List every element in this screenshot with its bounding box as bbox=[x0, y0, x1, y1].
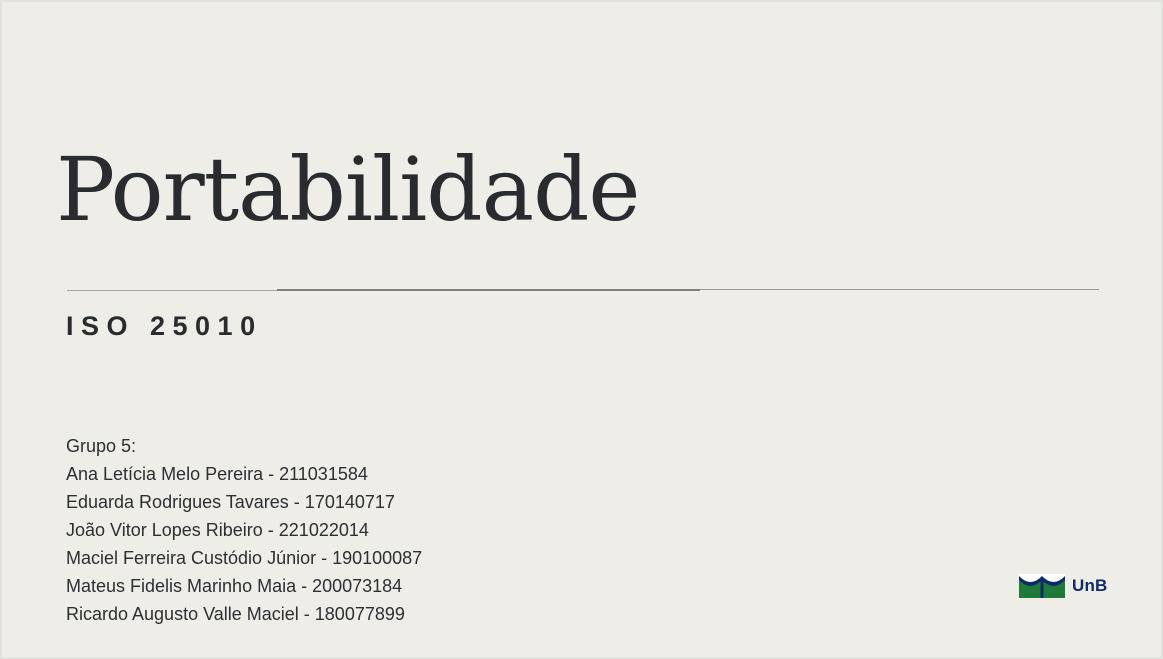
slide: Portabilidade ISO 25010 Grupo 5: Ana Let… bbox=[0, 0, 1163, 659]
group-members-list: Grupo 5: Ana Letícia Melo Pereira - 2110… bbox=[66, 432, 422, 628]
list-item: João Vitor Lopes Ribeiro - 221022014 bbox=[66, 520, 369, 540]
unb-logo: UnB bbox=[1019, 573, 1111, 598]
list-item: Ricardo Augusto Valle Maciel - 180077899 bbox=[66, 604, 405, 624]
slide-title: Portabilidade bbox=[56, 138, 640, 241]
unb-emblem-icon bbox=[1019, 573, 1065, 598]
divider-line bbox=[67, 290, 277, 291]
slide-subtitle: ISO 25010 bbox=[66, 311, 263, 341]
list-item: Ana Letícia Melo Pereira - 211031584 bbox=[66, 464, 368, 484]
divider-line bbox=[277, 289, 700, 291]
list-item: Eduarda Rodrigues Tavares - 170140717 bbox=[66, 492, 395, 512]
list-item: Maciel Ferreira Custódio Júnior - 190100… bbox=[66, 548, 423, 568]
group-label: Grupo 5: bbox=[66, 436, 137, 456]
list-item: Mateus Fidelis Marinho Maia - 200073184 bbox=[66, 576, 403, 596]
unb-logo-text: UnB bbox=[1072, 576, 1108, 595]
divider-line bbox=[700, 288, 1099, 290]
